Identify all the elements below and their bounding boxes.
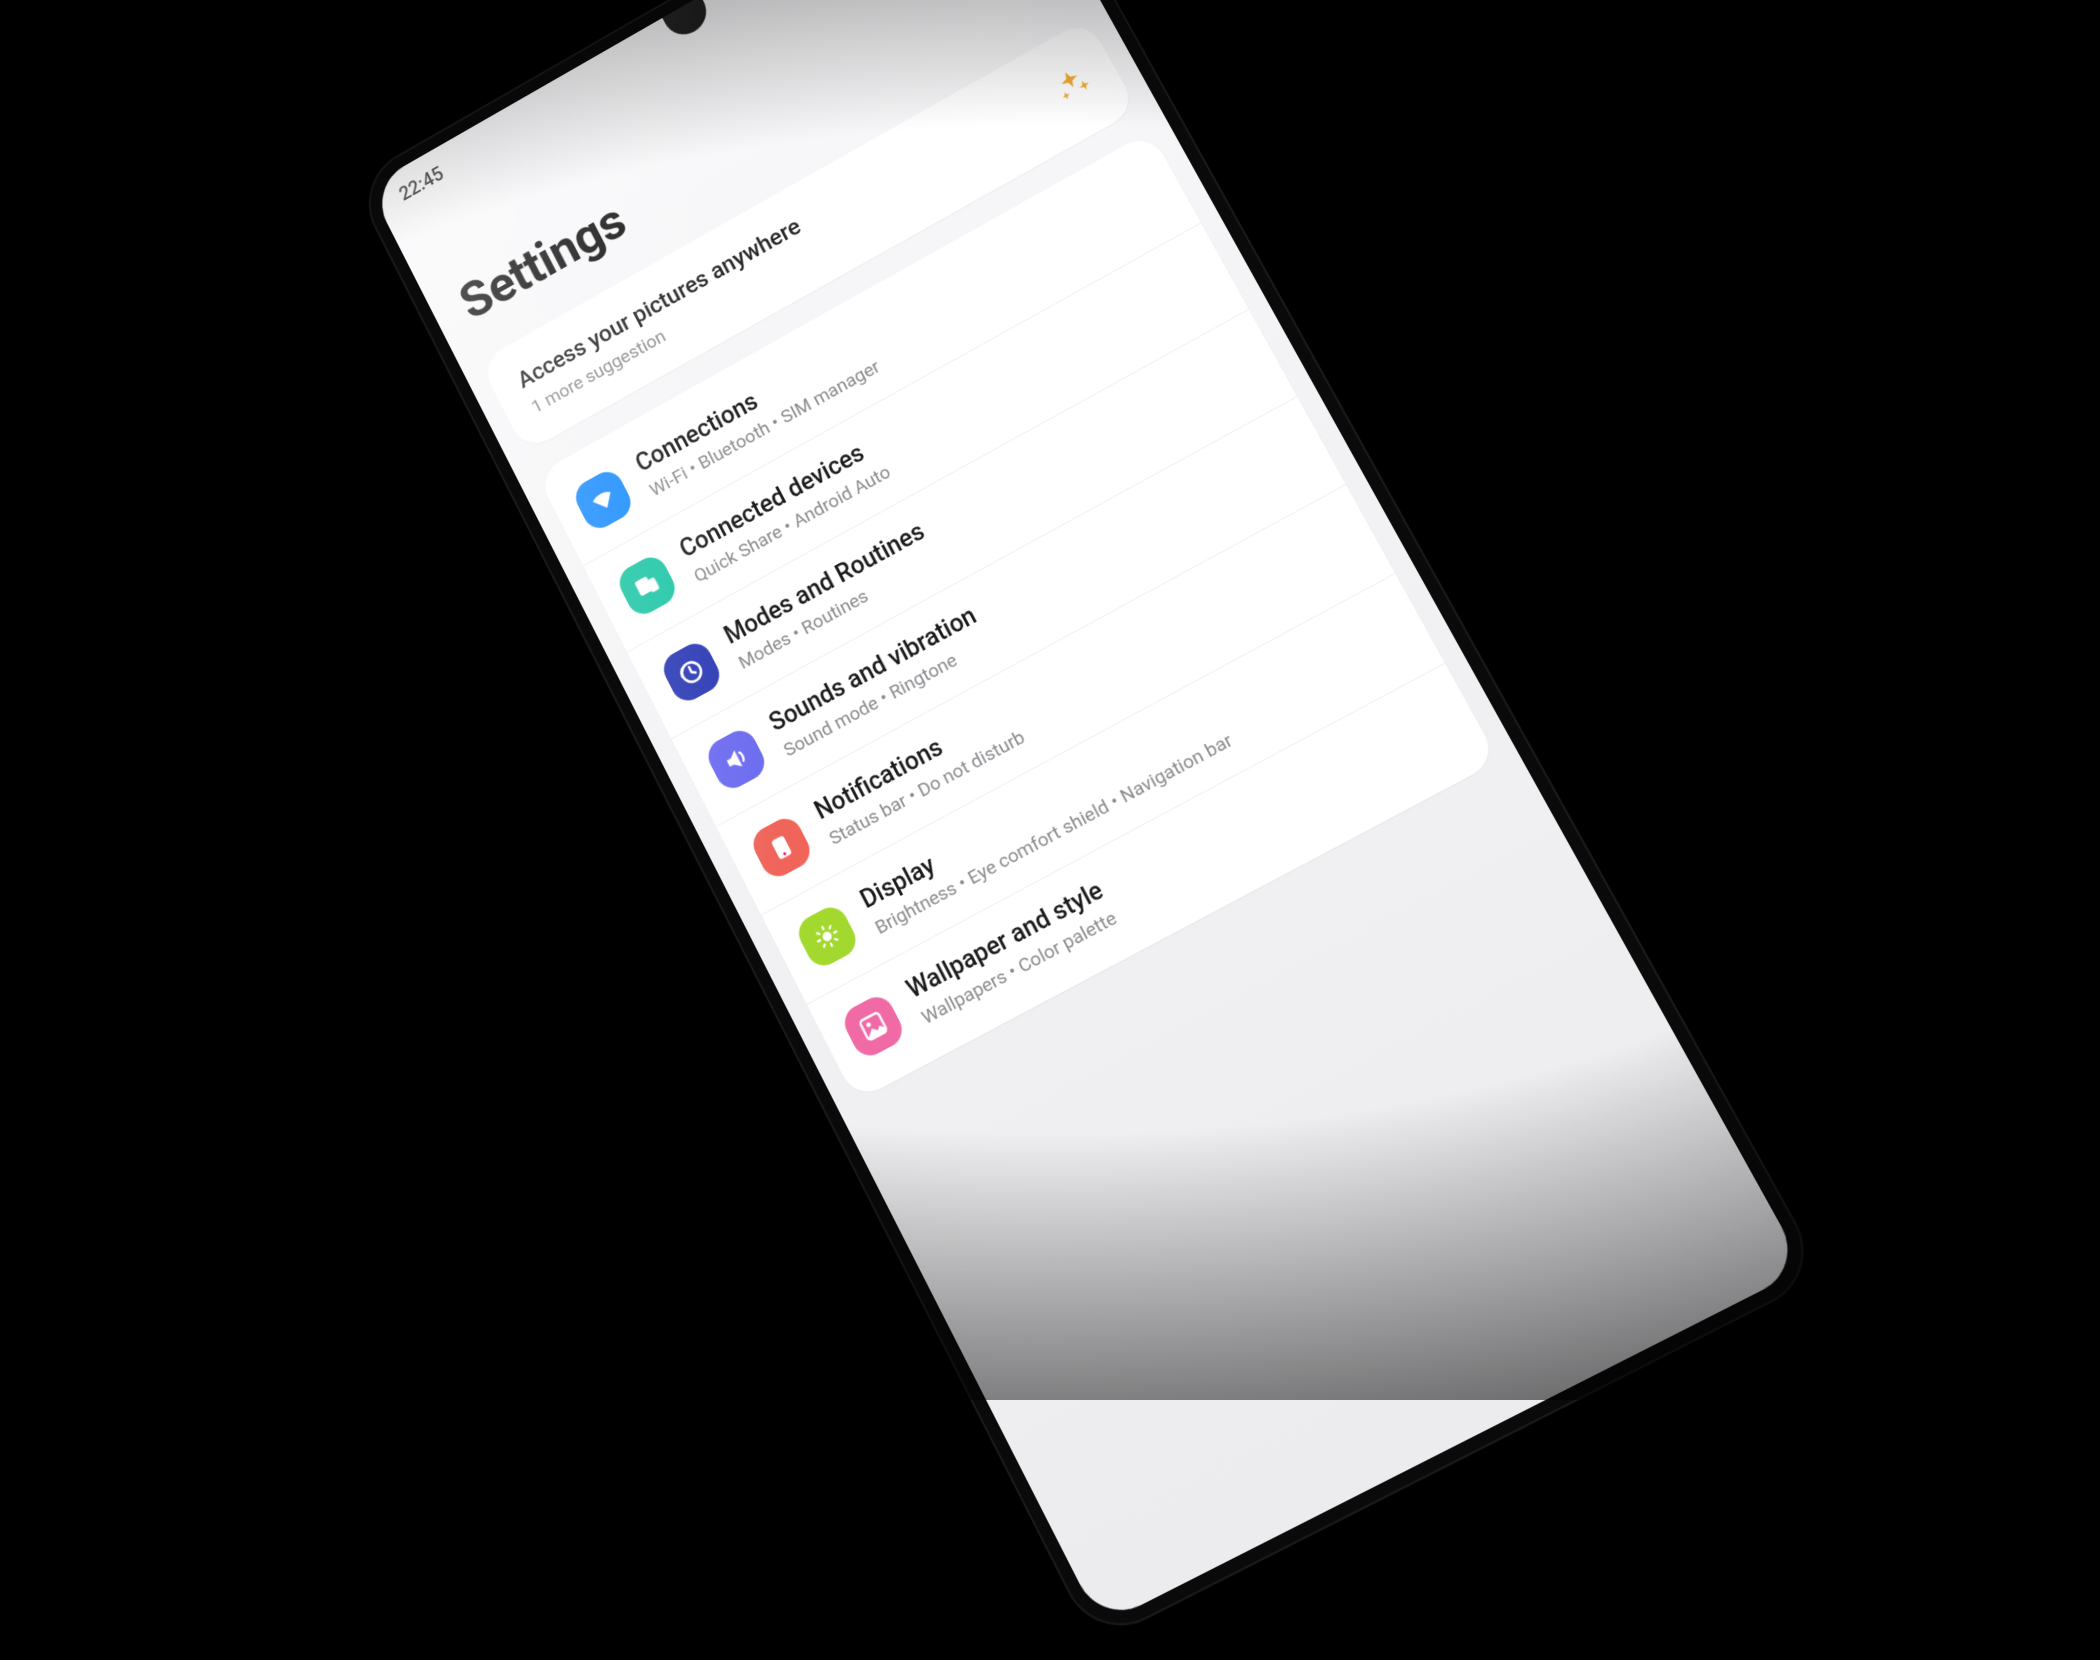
phone-screen: 22:45 Vod LTE2 <box>368 0 1804 1625</box>
wallpaper-icon <box>839 991 908 1062</box>
routines-icon <box>658 638 725 707</box>
phone-frame: 22:45 Vod LTE2 <box>351 0 1825 1645</box>
notifications-icon <box>748 813 816 883</box>
wifi-icon <box>570 466 636 534</box>
display-icon <box>793 901 862 971</box>
sparkles-icon <box>1048 61 1098 112</box>
devices-icon <box>614 551 681 620</box>
sound-icon <box>703 725 771 794</box>
